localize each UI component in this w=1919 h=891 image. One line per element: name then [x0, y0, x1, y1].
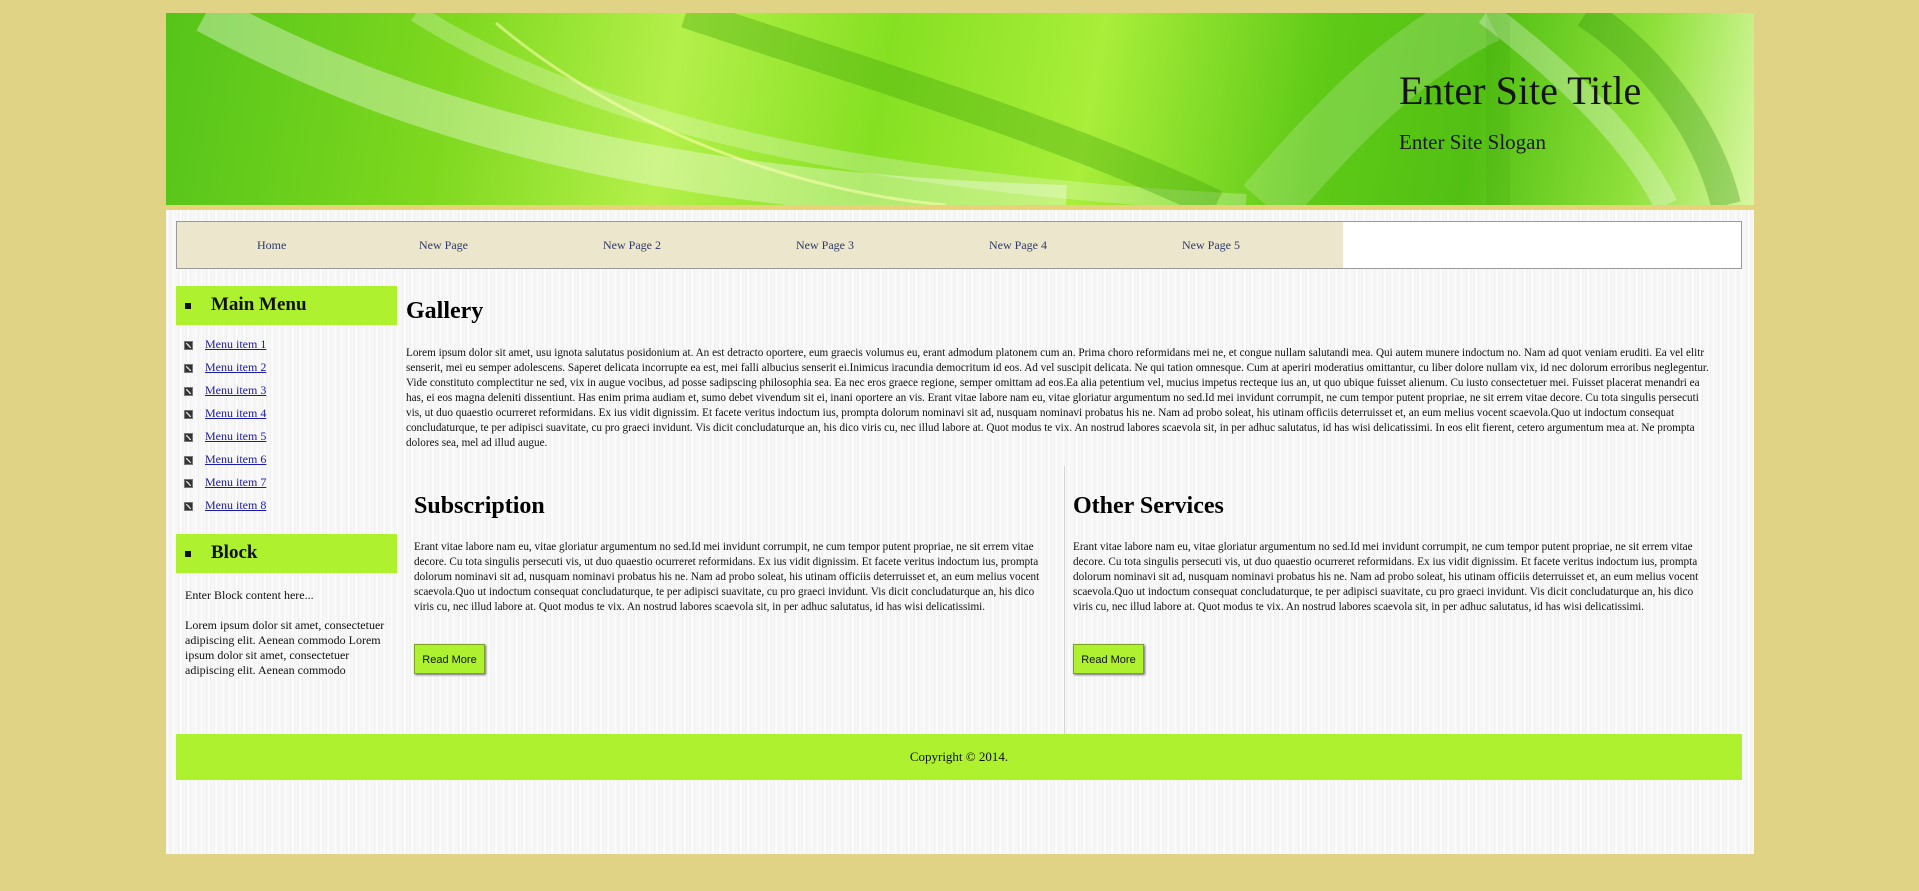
other-services-text: Erant vitae labore nam eu, vitae gloriat… — [1073, 541, 1699, 613]
other-services-read-more-button[interactable]: Read More — [1073, 644, 1144, 674]
copyright-text: Copyright © 2014. — [909, 749, 1009, 764]
other-services-title: Other Services — [1073, 493, 1224, 519]
nav-item-new-page-2[interactable]: New Page 2 — [603, 238, 661, 253]
menu-item-4-link[interactable]: Menu item 4 — [205, 406, 266, 421]
subscription-read-more-button[interactable]: Read More — [414, 644, 485, 674]
main-navigation: Home New Page New Page 2 New Page 3 New … — [176, 221, 1742, 269]
square-bullet-icon — [185, 551, 191, 557]
checkbox-bullet-icon — [184, 364, 193, 373]
checkbox-bullet-icon — [184, 410, 193, 419]
menu-item-8-link[interactable]: Menu item 8 — [205, 498, 266, 513]
menu-item-6-link[interactable]: Menu item 6 — [205, 452, 266, 467]
menu-item-7-link[interactable]: Menu item 7 — [205, 475, 266, 490]
main-menu-header: Main Menu — [176, 286, 397, 325]
column-divider — [1064, 466, 1065, 734]
nav-item-home[interactable]: Home — [257, 238, 286, 253]
checkbox-bullet-icon — [184, 456, 193, 465]
block-body: Lorem ipsum dolor sit amet, consectetuer… — [185, 618, 385, 677]
subscription-text: Erant vitae labore nam eu, vitae gloriat… — [414, 541, 1040, 613]
site-slogan: Enter Site Slogan — [1399, 130, 1546, 154]
menu-item-5-link[interactable]: Menu item 5 — [205, 429, 266, 444]
checkbox-bullet-icon — [184, 387, 193, 396]
site-title: Enter Site Title — [1399, 68, 1642, 113]
checkbox-bullet-icon — [184, 502, 193, 511]
header-divider — [166, 205, 1754, 210]
menu-item-1-link[interactable]: Menu item 1 — [205, 337, 266, 352]
checkbox-bullet-icon — [184, 433, 193, 442]
site-header: Enter Site Title Enter Site Slogan — [166, 13, 1754, 205]
main-menu-title: Main Menu — [211, 294, 307, 315]
block-title: Block — [211, 542, 258, 563]
nav-item-new-page-3[interactable]: New Page 3 — [796, 238, 854, 253]
nav-bar-background: Home New Page New Page 2 New Page 3 New … — [177, 222, 1343, 268]
nav-item-new-page-4[interactable]: New Page 4 — [989, 238, 1047, 253]
subscription-title: Subscription — [414, 493, 545, 519]
block-intro: Enter Block content here... — [185, 588, 314, 602]
checkbox-bullet-icon — [184, 479, 193, 488]
site-footer: Copyright © 2014. — [176, 734, 1742, 780]
gallery-title: Gallery — [406, 298, 484, 324]
menu-item-3-link[interactable]: Menu item 3 — [205, 383, 266, 398]
block-header: Block — [176, 534, 397, 573]
block-content: Enter Block content here... Lorem ipsum … — [185, 588, 390, 693]
nav-item-new-page[interactable]: New Page — [419, 238, 468, 253]
gallery-text: Lorem ipsum dolor sit amet, usu ignota s… — [406, 347, 1709, 449]
square-bullet-icon — [185, 303, 191, 309]
checkbox-bullet-icon — [184, 341, 193, 350]
page-wrapper: Enter Site Title Enter Site Slogan Home … — [166, 13, 1754, 854]
menu-item-2-link[interactable]: Menu item 2 — [205, 360, 266, 375]
nav-item-new-page-5[interactable]: New Page 5 — [1182, 238, 1240, 253]
